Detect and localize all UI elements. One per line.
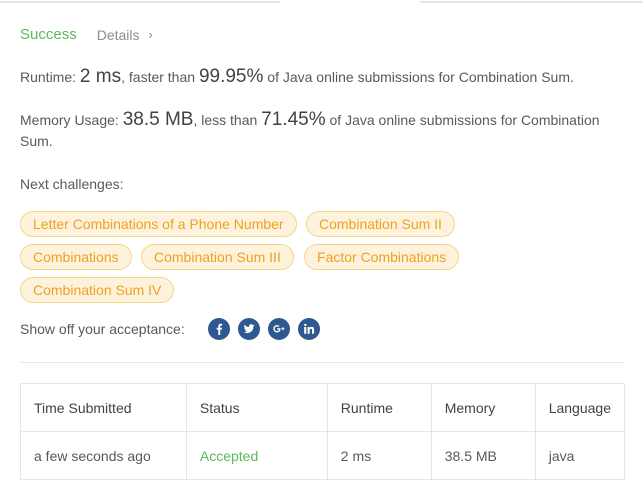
runtime-value: 2 ms xyxy=(79,66,122,87)
share-label: Show off your acceptance: xyxy=(20,321,185,337)
runtime-label: Runtime: xyxy=(20,69,80,85)
runtime-mid: , faster than xyxy=(121,69,199,85)
challenge-chip[interactable]: Combinations xyxy=(20,244,132,270)
memory-percent: 71.45% xyxy=(261,109,326,130)
challenge-chip[interactable]: Factor Combinations xyxy=(304,244,460,270)
tab-indicator-active[interactable] xyxy=(281,1,419,3)
result-header: Success Details › xyxy=(20,26,153,43)
challenge-chip[interactable]: Combination Sum III xyxy=(141,244,294,270)
column-header-time[interactable]: Time Submitted xyxy=(20,383,187,432)
runtime-summary: Runtime: 2 ms, faster than 99.95% of Jav… xyxy=(20,66,574,88)
column-header-runtime[interactable]: Runtime xyxy=(326,383,432,432)
details-label: Details xyxy=(96,26,140,43)
cell-time-submitted: a few seconds ago xyxy=(20,431,187,480)
cell-runtime: 2 ms xyxy=(326,431,432,480)
challenge-chip[interactable]: Combination Sum IV xyxy=(20,277,175,303)
section-divider xyxy=(20,362,625,363)
status-success: Success xyxy=(20,26,77,43)
memory-label: Memory Usage: xyxy=(20,112,123,128)
cell-status-accepted[interactable]: Accepted xyxy=(185,431,328,480)
cell-memory: 38.5 MB xyxy=(430,431,536,480)
details-link[interactable]: Details › xyxy=(97,27,153,43)
memory-mid: , less than xyxy=(193,112,262,128)
runtime-percent: 99.95% xyxy=(198,66,264,87)
chevron-right-icon: › xyxy=(148,27,153,42)
column-header-status[interactable]: Status xyxy=(185,383,328,432)
submissions-table: Time Submitted Status Runtime Memory Lan… xyxy=(20,383,626,480)
next-challenges-label: Next challenges: xyxy=(20,176,124,192)
memory-summary: Memory Usage: 38.5 MB, less than 71.45% … xyxy=(20,109,620,152)
challenge-chip[interactable]: Combination Sum II xyxy=(306,211,455,237)
table-header-row: Time Submitted Status Runtime Memory Lan… xyxy=(20,383,626,432)
facebook-icon[interactable] xyxy=(208,318,230,340)
twitter-icon[interactable] xyxy=(238,318,260,340)
tab-indicator-right[interactable] xyxy=(420,1,643,3)
share-row: Show off your acceptance: xyxy=(20,318,328,340)
challenge-chip[interactable]: Letter Combinations of a Phone Number xyxy=(20,211,297,237)
runtime-suffix: of Java online submissions for Combinati… xyxy=(263,69,574,85)
column-header-language[interactable]: Language xyxy=(534,383,626,432)
linkedin-icon[interactable] xyxy=(298,318,320,340)
table-row[interactable]: a few seconds ago Accepted 2 ms 38.5 MB … xyxy=(20,431,626,480)
tab-bar xyxy=(0,0,643,4)
column-header-memory[interactable]: Memory xyxy=(430,383,536,432)
google-plus-icon[interactable] xyxy=(268,318,290,340)
cell-language: java xyxy=(534,431,626,480)
memory-value: 38.5 MB xyxy=(122,109,194,130)
tab-indicator-left[interactable] xyxy=(0,1,280,3)
